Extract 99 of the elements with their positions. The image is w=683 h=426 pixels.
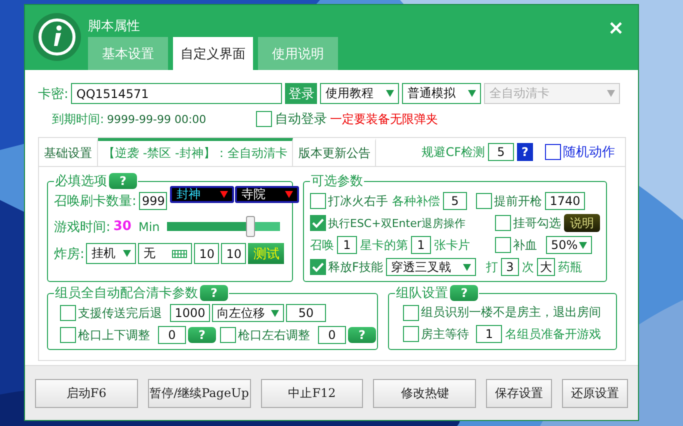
close-icon[interactable] bbox=[610, 22, 622, 34]
caret-icon bbox=[220, 190, 228, 198]
checkbox-label: 枪口上下调整 bbox=[78, 326, 150, 344]
checkbox[interactable] bbox=[60, 305, 76, 321]
card-label: 卡密: bbox=[38, 86, 68, 102]
bomb-label: 炸房: bbox=[54, 246, 84, 262]
expiry-date: 9999-99-99 00:00 bbox=[107, 112, 206, 126]
action-button[interactable]: 还原设置 bbox=[562, 378, 628, 408]
checkbox-label: 补血 bbox=[513, 236, 537, 254]
expiry-label: 到期时间: bbox=[52, 110, 104, 128]
mode-dropdown[interactable]: 封神 bbox=[170, 186, 234, 202]
info-icon bbox=[33, 13, 81, 61]
times-label: 次 bbox=[522, 258, 534, 276]
checkbox-label: 枪口左右调整 bbox=[238, 326, 310, 344]
input-field[interactable]: 1 bbox=[337, 236, 357, 254]
game-time-value: 30 bbox=[113, 219, 132, 234]
input-field[interactable]: 50 bbox=[286, 304, 326, 322]
checkbox-label: 挂哥勾选 bbox=[513, 214, 561, 232]
checkbox[interactable] bbox=[403, 326, 420, 342]
card-label: 张卡片 bbox=[434, 236, 470, 254]
explain-button[interactable]: 说明 bbox=[564, 214, 600, 232]
input-field[interactable]: 999 bbox=[139, 192, 168, 210]
caret-icon bbox=[468, 90, 476, 97]
checkbox-label: 提前开枪 bbox=[494, 192, 542, 210]
checkbox-label: 随机动作 bbox=[563, 144, 615, 161]
input-field[interactable]: 10 bbox=[221, 243, 246, 264]
input-field[interactable]: 1740 bbox=[545, 192, 585, 210]
checkbox-label: 打冰火右手 bbox=[328, 192, 388, 210]
input-field[interactable]: 0 bbox=[318, 326, 346, 344]
slider[interactable] bbox=[166, 216, 280, 237]
dropdown[interactable]: 穿透三叉戟 bbox=[386, 258, 476, 276]
tab[interactable]: 自定义界面 bbox=[173, 37, 253, 70]
input-field[interactable]: 大 bbox=[536, 258, 555, 276]
dropdown[interactable]: 使用教程 bbox=[320, 83, 400, 104]
group-title: 组队设置 bbox=[396, 285, 448, 302]
time-unit: Min bbox=[138, 220, 160, 234]
tab[interactable]: 版本更新公告 bbox=[293, 138, 376, 166]
game-time-label: 游戏时间: bbox=[54, 218, 110, 236]
checkbox[interactable] bbox=[256, 111, 272, 127]
input-field[interactable]: 5 bbox=[488, 143, 514, 161]
input-field[interactable]: QQ1514571 bbox=[71, 83, 282, 104]
warning-text: 一定要装备无限弹夹 bbox=[330, 110, 438, 128]
cf-check-label: 规避CF检测 bbox=[422, 144, 485, 160]
compensation-label: 各种补偿 bbox=[392, 192, 440, 210]
hit-label: 打 bbox=[486, 258, 498, 276]
dropdown[interactable]: 向左位移 bbox=[212, 304, 284, 322]
keyboard-icon bbox=[172, 250, 188, 258]
checkbox[interactable] bbox=[495, 215, 511, 231]
group-title: 组员全自动配合清卡参数 bbox=[55, 285, 198, 302]
dropdown[interactable]: 挂机 bbox=[86, 243, 136, 264]
input-field[interactable]: 1000 bbox=[170, 304, 210, 322]
hotkey-field[interactable]: 无 bbox=[138, 243, 192, 264]
caret-icon bbox=[271, 310, 279, 316]
input-field[interactable]: 1 bbox=[476, 325, 502, 343]
action-button[interactable]: 修改热键 bbox=[373, 378, 476, 408]
star-card-label: 星卡的第 bbox=[360, 236, 408, 254]
checkbox-label: 组员识别一楼不是房主，退出房间 bbox=[421, 304, 602, 321]
window-title: 脚本属性 bbox=[88, 18, 141, 35]
caret-icon bbox=[386, 90, 394, 97]
caret-icon bbox=[462, 264, 471, 270]
dropdown[interactable]: 普通模拟 bbox=[402, 83, 482, 104]
tab[interactable]: 【逆袭 -禁区 -封神】：全自动清卡 bbox=[98, 138, 294, 166]
checkbox-label: 释放F技能 bbox=[328, 258, 383, 276]
help-button[interactable]: ? bbox=[517, 143, 533, 161]
checkbox-label: 自动登录 bbox=[275, 111, 328, 128]
checkbox[interactable] bbox=[310, 259, 326, 275]
action-button[interactable]: 启动F6 bbox=[35, 378, 138, 408]
host-wait-suffix: 名组员准备开游戏 bbox=[505, 326, 602, 342]
caret-icon bbox=[607, 90, 616, 97]
input-field[interactable]: 1 bbox=[411, 236, 431, 254]
checkbox-label: 支援传送完后退 bbox=[78, 304, 162, 322]
checkbox[interactable] bbox=[60, 327, 76, 343]
group-title: 可选参数 bbox=[311, 173, 363, 190]
group-title: 必填选项 bbox=[55, 173, 107, 190]
checkbox[interactable] bbox=[310, 193, 326, 209]
dropdown[interactable]: 50% bbox=[546, 236, 592, 254]
checkbox[interactable] bbox=[310, 215, 326, 231]
input-field[interactable]: 3 bbox=[500, 258, 519, 276]
caret-icon bbox=[123, 250, 132, 257]
checkbox[interactable] bbox=[220, 327, 236, 343]
potion-label: 药瓶 bbox=[558, 258, 582, 276]
checkbox[interactable] bbox=[545, 144, 561, 160]
tab[interactable]: 基础设置 bbox=[39, 138, 98, 166]
action-button[interactable]: 暂停/继续PageUp bbox=[148, 378, 251, 408]
checkbox[interactable] bbox=[495, 237, 511, 253]
caret-icon bbox=[579, 242, 587, 248]
mode-dropdown[interactable]: 寺院 bbox=[235, 186, 300, 202]
checkbox-label: 执行ESC+双Enter退房操作 bbox=[328, 216, 466, 230]
input-field[interactable]: 5 bbox=[443, 192, 467, 210]
checkbox[interactable] bbox=[403, 304, 420, 320]
checkbox[interactable] bbox=[476, 193, 492, 209]
summon-count-label: 召唤刷卡数量: bbox=[54, 193, 136, 210]
summon-label: 召唤 bbox=[310, 236, 334, 254]
input-field[interactable]: 10 bbox=[194, 243, 220, 264]
action-button[interactable]: 保存设置 bbox=[486, 378, 552, 408]
action-button[interactable]: 中止F12 bbox=[260, 378, 364, 408]
input-field[interactable]: 0 bbox=[158, 326, 186, 344]
checkbox-label: 房主等待 bbox=[421, 326, 470, 342]
caret-icon bbox=[285, 190, 294, 198]
